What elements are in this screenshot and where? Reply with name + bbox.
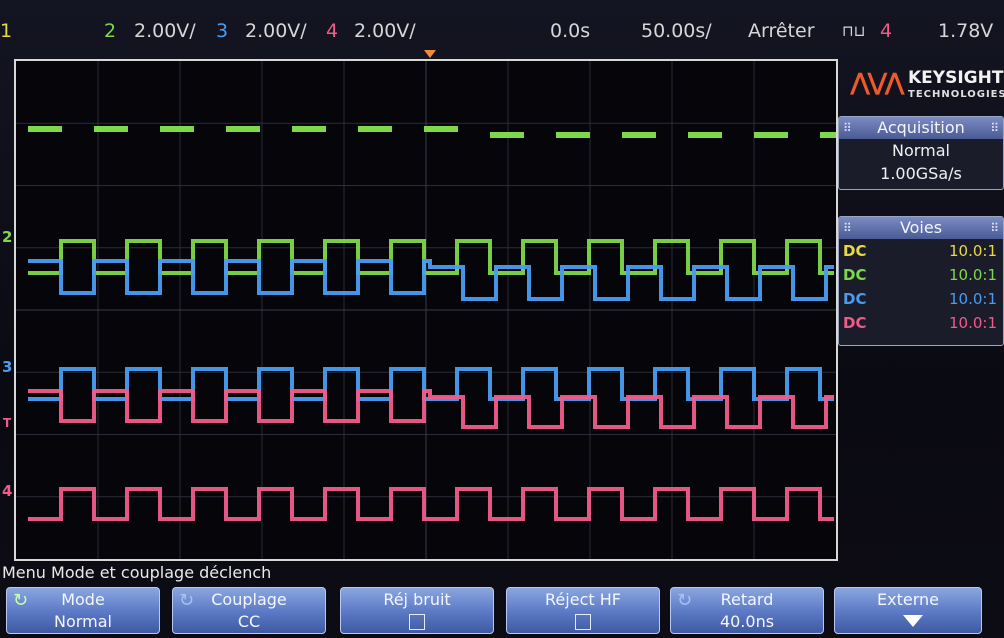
acquisition-box[interactable]: ⠿ Acquisition ⠿ Normal 1.00GSa/s: [838, 116, 1004, 190]
menu-title: Menu Mode et couplage déclench: [2, 563, 272, 582]
channels-box[interactable]: ⠿ Voies ⠿ DC 10.0:1 DC 10.0:1 DC 10.0:1 …: [838, 216, 1004, 346]
channel-3-trace: [28, 259, 834, 301]
channel-2-scale: 2.00V/: [134, 20, 196, 42]
trigger-level: 1.78V: [938, 20, 994, 42]
softkey-label: Retard: [720, 590, 774, 609]
time-base: 50.00s/: [641, 20, 712, 42]
channel-2-ground-marker[interactable]: 2: [2, 228, 12, 246]
trigger-level-marker[interactable]: T: [3, 416, 11, 430]
softkey-label: Couplage: [211, 590, 287, 609]
softkey-hf-reject[interactable]: Réject HF: [506, 587, 660, 634]
channel-4-trace: [28, 389, 834, 429]
softkey-coupling[interactable]: ↻ Couplage CC: [172, 587, 326, 634]
run-state[interactable]: Arrêter: [748, 20, 815, 42]
waveform-display[interactable]: [14, 59, 838, 561]
channel-3-scale: 2.00V/: [245, 20, 307, 42]
grip-icon: ⠿: [843, 121, 852, 135]
softkey-value: Normal: [54, 612, 112, 631]
keysight-logo: ⋀⋁⋀ KEYSIGHT TECHNOLOGIES: [844, 62, 1004, 112]
brand-subtitle: TECHNOLOGIES: [908, 89, 1004, 100]
channel-probe-ratio: 10.0:1: [949, 266, 997, 284]
trigger-source: 4: [880, 20, 893, 42]
softkey-label: Mode: [61, 590, 105, 609]
grip-icon: ⠿: [990, 221, 999, 235]
right-info-panel: ⋀⋁⋀ KEYSIGHT TECHNOLOGIES ⠿ Acquisition …: [838, 62, 1004, 562]
trigger-edge-icon: ⊓⊔: [842, 22, 866, 40]
channels-title: Voies: [899, 218, 943, 237]
channel-coupling: DC: [843, 242, 867, 260]
channel-probe-ratio: 10.0:1: [949, 314, 997, 332]
softkey-external[interactable]: Externe: [834, 587, 982, 634]
acquisition-header: ⠿ Acquisition ⠿: [839, 117, 1003, 139]
channel-2-label[interactable]: 2: [104, 20, 116, 42]
checkbox-icon[interactable]: [409, 614, 425, 630]
channel-4-ground-marker[interactable]: 4: [2, 482, 12, 500]
waveform-traces: [16, 61, 836, 559]
channel-coupling: DC: [843, 290, 867, 308]
channel-3-ground-marker[interactable]: 3: [2, 358, 12, 376]
channel-row-4[interactable]: DC 10.0:1: [839, 311, 1003, 335]
channel-3-label[interactable]: 3: [216, 20, 228, 42]
acquisition-rate: 1.00GSa/s: [880, 164, 962, 183]
softkey-label: Réj bruit: [383, 590, 451, 609]
channel-row-2[interactable]: DC 10.0:1: [839, 263, 1003, 287]
grip-icon: ⠿: [990, 121, 999, 135]
softkey-noise-reject[interactable]: Réj bruit: [340, 587, 494, 634]
trigger-position-marker-icon: [424, 50, 436, 58]
channel-row-3[interactable]: DC 10.0:1: [839, 287, 1003, 311]
channel-1-label[interactable]: 1: [0, 20, 12, 42]
top-status-bar: 1 2 2.00V/ 3 2.00V/ 4 2.00V/ 0.0s 50.00s…: [0, 0, 1004, 58]
channels-header: ⠿ Voies ⠿: [839, 217, 1003, 239]
acquisition-mode: Normal: [892, 141, 950, 160]
checkbox-icon[interactable]: [575, 614, 591, 630]
channel-row-1[interactable]: DC 10.0:1: [839, 239, 1003, 263]
acquisition-title: Acquisition: [877, 118, 965, 137]
channel-4-lower-trace: [28, 487, 834, 521]
time-delay: 0.0s: [550, 20, 591, 42]
channel-probe-ratio: 10.0:1: [949, 242, 997, 260]
softkey-label: Réject HF: [545, 590, 621, 609]
grip-icon: ⠿: [843, 221, 852, 235]
channel-coupling: DC: [843, 266, 867, 284]
oscilloscope-screen: 1 2 2.00V/ 3 2.00V/ 4 2.00V/ 0.0s 50.00s…: [0, 0, 1004, 638]
channel-probe-ratio: 10.0:1: [949, 290, 997, 308]
channel-coupling: DC: [843, 314, 867, 332]
softkey-value: CC: [237, 612, 261, 631]
brand-name: KEYSIGHT: [908, 68, 1004, 88]
softkey-value: 40.0ns: [719, 612, 775, 631]
keysight-wave-icon: ⋀⋁⋀: [850, 68, 905, 96]
channel-4-label[interactable]: 4: [326, 20, 338, 42]
arrow-down-icon: [903, 615, 923, 627]
softkey-mode[interactable]: ↻ Mode Normal: [6, 587, 160, 634]
softkey-label: Externe: [877, 590, 939, 609]
softkey-holdoff[interactable]: ↻ Retard 40.0ns: [670, 587, 824, 634]
channel-4-scale: 2.00V/: [354, 20, 416, 42]
